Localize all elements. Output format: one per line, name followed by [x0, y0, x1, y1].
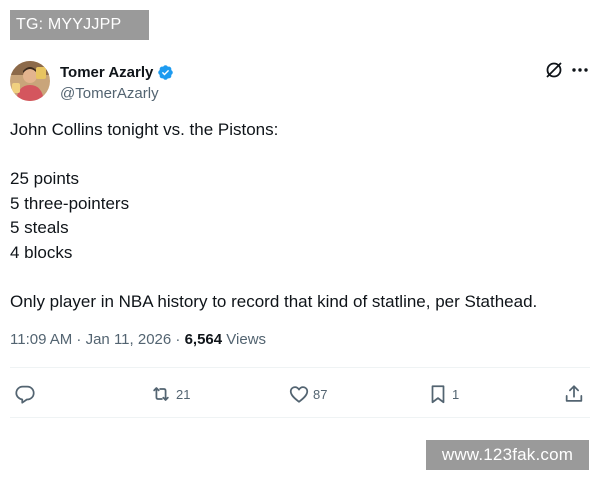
views-count: 6,564: [184, 331, 223, 348]
retweet-count: 21: [176, 386, 191, 402]
bookmark-button[interactable]: 1: [427, 382, 459, 406]
tweet-line-blocks: 4 blocks: [10, 242, 73, 262]
author-info: Tomer Azarly @TomerAzarly: [60, 62, 174, 102]
share-button[interactable]: [563, 382, 585, 406]
divider: [10, 417, 590, 418]
timestamp[interactable]: 11:09 AM · Jan 11, 2026: [10, 331, 171, 348]
author-handle[interactable]: @TomerAzarly: [60, 85, 174, 102]
tweet-screenshot: TG: MYYJJPP Tomer Azarly @TomerAzarly Jo…: [0, 0, 600, 480]
header-actions: [544, 60, 590, 80]
display-name[interactable]: Tomer Azarly: [60, 64, 153, 81]
watermark-bottom: www.123fak.com: [426, 440, 589, 470]
like-button[interactable]: 87: [288, 382, 327, 406]
tweet-line-steals: 5 steals: [10, 218, 69, 237]
reply-icon: [14, 383, 36, 405]
like-icon: [288, 383, 310, 405]
meta-separator: ·: [171, 331, 185, 348]
views-label: Views: [226, 331, 267, 348]
tweet-line-threes: 5 three-pointers: [10, 193, 130, 213]
bookmark-icon: [427, 383, 449, 405]
grok-icon[interactable]: [544, 60, 564, 80]
reply-button[interactable]: [14, 382, 36, 406]
tweet-text: John Collins tonight vs. the Pistons: 25…: [10, 118, 590, 314]
bookmark-count: 1: [452, 386, 460, 402]
display-name-row: Tomer Azarly: [60, 62, 174, 82]
retweet-button[interactable]: 21: [149, 382, 190, 406]
divider: [10, 367, 590, 368]
tweet-meta: 11:09 AM · Jan 11, 2026 · 6,564 Views: [10, 331, 266, 348]
share-icon: [563, 383, 585, 405]
more-icon[interactable]: [570, 60, 590, 80]
avatar[interactable]: [10, 61, 50, 101]
retweet-icon: [149, 383, 173, 405]
tweet-line-summary: Only player in NBA history to record tha…: [10, 291, 538, 311]
tweet-line-points: 25 points: [10, 169, 79, 188]
verified-badge-icon: [157, 64, 174, 81]
watermark-top: TG: MYYJJPP: [10, 10, 149, 40]
like-count: 87: [313, 386, 328, 402]
tweet-line-intro: John Collins tonight vs. the Pistons:: [10, 120, 279, 139]
